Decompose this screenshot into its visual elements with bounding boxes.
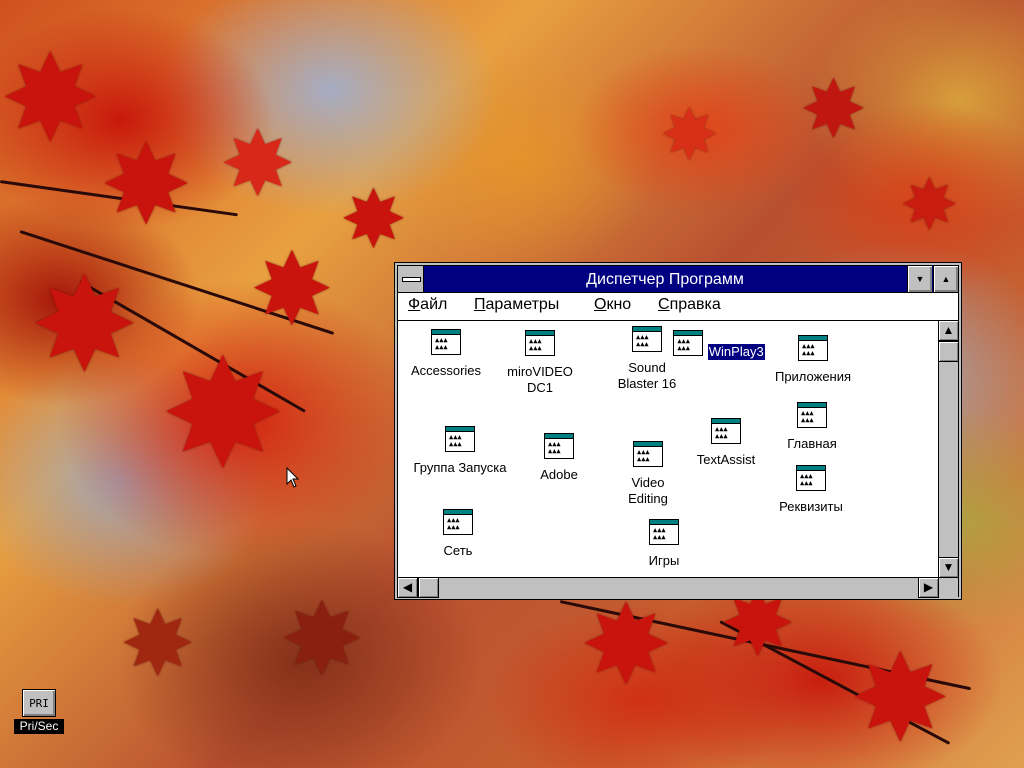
minimize-button[interactable]: ▼	[907, 266, 932, 292]
scroll-up-button[interactable]: ▲	[938, 320, 959, 341]
menu-window-label: кно	[606, 296, 632, 313]
group-prilozheniya[interactable]: ▲▲▲ ▲▲▲ Приложения	[758, 335, 868, 385]
menu-help-accelerator: С	[658, 296, 670, 313]
scroll-right-button[interactable]: ▶	[918, 577, 939, 598]
group-label: Главная	[787, 436, 837, 451]
program-group-icon: ▲▲▲ ▲▲▲	[796, 465, 826, 491]
group-label: Приложения	[774, 369, 852, 384]
horizontal-scrollbar[interactable]: ◀ ▶	[397, 577, 958, 598]
menu-file-label: айл	[420, 296, 448, 313]
desktop: ✸ ✸ ✸ ✸ ✸ ✸ ✸ ✸ ✸ ✸ ✸ ✸ ✸ ✸ ✸ Диспетчер …	[0, 0, 1024, 768]
group-label: Сеть	[443, 543, 473, 558]
program-group-icon: ▲▲▲ ▲▲▲	[797, 402, 827, 428]
program-group-icon: ▲▲▲ ▲▲▲	[632, 326, 662, 352]
title-bar[interactable]: Диспетчер Программ ▼ ▲	[398, 266, 958, 293]
menu-window[interactable]: Окно	[594, 296, 631, 314]
group-label: miroVIDEO DC1	[507, 364, 573, 395]
menu-bar: Файл Параметры Окно Справка	[398, 293, 958, 321]
group-startup[interactable]: ▲▲▲ ▲▲▲ Группа Запуска	[405, 426, 515, 476]
maple-leaf: ✸	[0, 30, 101, 169]
maple-leaf: ✸	[120, 592, 196, 697]
program-manager-window[interactable]: Диспетчер Программ ▼ ▲ Файл Параметры Ок…	[394, 262, 962, 600]
window-frame: Диспетчер Программ ▼ ▲ Файл Параметры Ок…	[397, 265, 959, 598]
scroll-down-button[interactable]: ▼	[938, 557, 959, 578]
mouse-pointer-icon	[286, 467, 300, 488]
group-label: Video Editing	[628, 475, 668, 506]
menu-options[interactable]: Параметры	[474, 296, 559, 314]
program-groups-area: ▲▲▲ ▲▲▲ Accessories ▲▲▲ ▲▲▲ miroVIDEO DC1 …	[398, 321, 958, 577]
pri-icon: PRI	[22, 689, 56, 717]
menu-help[interactable]: Справка	[658, 296, 721, 314]
menu-options-label: араметры	[485, 296, 560, 313]
group-label: Sound Blaster 16	[617, 360, 677, 391]
menu-options-accelerator: П	[474, 296, 486, 313]
group-label-selected: WinPlay3	[707, 344, 765, 360]
menu-file-accelerator: Ф	[408, 296, 421, 313]
group-label: Игры	[648, 553, 680, 568]
system-menu-icon	[402, 277, 421, 282]
program-group-icon: ▲▲▲ ▲▲▲	[544, 433, 574, 459]
horizontal-scroll-thumb[interactable]	[418, 577, 439, 598]
maple-leaf: ✸	[800, 63, 868, 156]
maple-leaf: ✸	[100, 121, 193, 249]
menu-help-label: правка	[669, 296, 721, 313]
program-group-icon: ▲▲▲ ▲▲▲	[443, 509, 473, 535]
maple-leaf: ✸	[30, 249, 139, 401]
program-group-icon: ▲▲▲ ▲▲▲	[711, 418, 741, 444]
group-rekvizity[interactable]: ▲▲▲ ▲▲▲ Реквизиты	[756, 465, 866, 515]
scroll-left-button[interactable]: ◀	[397, 577, 418, 598]
maple-leaf: ✸	[850, 630, 951, 768]
program-group-icon: ▲▲▲ ▲▲▲	[798, 335, 828, 361]
maple-leaf: ✸	[160, 328, 286, 502]
program-group-icon: ▲▲▲ ▲▲▲	[649, 519, 679, 545]
program-group-icon: ▲▲▲ ▲▲▲	[633, 441, 663, 467]
maple-leaf: ✸	[660, 94, 719, 176]
maximize-button[interactable]: ▲	[933, 266, 958, 292]
maple-leaf: ✸	[580, 581, 673, 709]
group-label: Реквизиты	[779, 499, 843, 514]
maple-leaf: ✸	[340, 173, 408, 266]
program-group-icon: ▲▲▲ ▲▲▲	[445, 426, 475, 452]
group-set[interactable]: ▲▲▲ ▲▲▲ Сеть	[403, 509, 513, 559]
maple-leaf: ✸	[220, 112, 296, 217]
group-igry[interactable]: ▲▲▲ ▲▲▲ Игры	[609, 519, 719, 569]
scrollbar-corner	[938, 577, 958, 598]
window-title: Диспетчер Программ	[586, 271, 744, 288]
vertical-scrollbar[interactable]: ▲ ▼	[938, 320, 959, 578]
group-label: Группа Запуска	[413, 460, 507, 475]
maple-leaf: ✸	[900, 164, 959, 246]
maple-leaf: ✸	[250, 231, 334, 348]
vertical-scroll-thumb[interactable]	[938, 341, 959, 362]
program-group-icon: ▲▲▲ ▲▲▲	[525, 330, 555, 356]
menu-file[interactable]: Файл	[408, 296, 447, 314]
program-group-icon: ▲▲▲ ▲▲▲	[431, 329, 461, 355]
group-glavnaya[interactable]: ▲▲▲ ▲▲▲ Главная	[757, 402, 867, 452]
menu-window-accelerator: О	[594, 296, 607, 313]
pri-sec-label: Pri/Sec	[14, 719, 64, 734]
group-mirovideo-dc1[interactable]: ▲▲▲ ▲▲▲ miroVIDEO DC1	[485, 330, 595, 396]
system-menu-button[interactable]	[398, 266, 424, 292]
pri-sec-desktop-icon[interactable]: PRI Pri/Sec	[14, 689, 64, 734]
program-group-icon: ▲▲▲ ▲▲▲	[673, 330, 704, 356]
maple-leaf: ✸	[280, 581, 364, 698]
